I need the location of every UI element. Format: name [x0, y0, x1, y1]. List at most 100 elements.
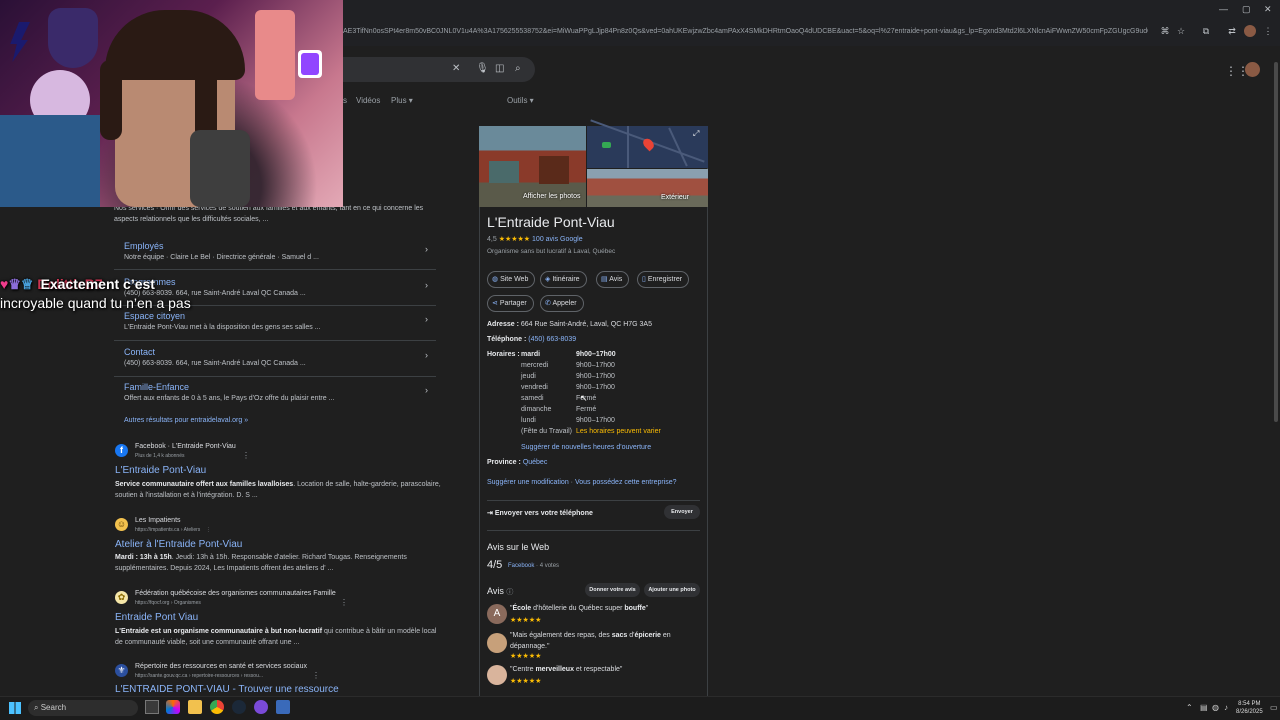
- sitelink-title[interactable]: Famille-Enfance: [124, 382, 189, 392]
- copilot-icon[interactable]: [166, 700, 180, 714]
- expand-icon[interactable]: ⤢: [693, 129, 699, 139]
- divider: [114, 376, 436, 377]
- web-reviews-title: Avis sur le Web: [487, 542, 550, 552]
- tab-tools[interactable]: Outils ▾: [507, 96, 534, 105]
- photo-main[interactable]: Afficher les photos: [479, 126, 586, 207]
- translate-icon[interactable]: ⌘: [1159, 25, 1171, 37]
- file-explorer-icon[interactable]: [188, 700, 202, 714]
- sitelink-desc: Offert aux enfants de 0 à 5 ans, le Pays…: [124, 395, 335, 402]
- impatients-favicon-icon: ☺: [115, 518, 128, 531]
- notifications-icon[interactable]: ▭: [1270, 703, 1278, 712]
- voice-search-icon[interactable]: 🎙: [476, 63, 489, 74]
- more-results-link[interactable]: Autres résultats pour entraidelaval.org …: [124, 417, 248, 424]
- search-icon[interactable]: ⌕: [515, 63, 521, 74]
- task-view-icon[interactable]: [145, 700, 159, 714]
- account-avatar[interactable]: [1245, 62, 1260, 77]
- reviewer-avatar: [487, 633, 507, 653]
- exterior-label[interactable]: Extérieur: [661, 194, 689, 201]
- result-snippet: Mardi : 13h à 15h. Jeudi: 13h à 15h. Res…: [115, 554, 407, 572]
- globe-icon: ◍: [492, 276, 499, 283]
- result-title-link[interactable]: L'ENTRAIDE PONT-VIAU - Trouver une resso…: [115, 684, 339, 695]
- scrollbar-thumb[interactable]: [1274, 62, 1278, 422]
- steam-icon[interactable]: [232, 700, 246, 714]
- save-button[interactable]: ▯ Enregistrer: [637, 271, 690, 288]
- business-category: Organisme sans but lucratif à Laval, Qué…: [487, 248, 616, 255]
- result-menu-icon[interactable]: ⋮: [340, 598, 348, 607]
- sitelink-title[interactable]: Employés: [124, 241, 164, 251]
- website-button[interactable]: ◍ Site Web: [487, 271, 536, 288]
- lens-search-icon[interactable]: ◫: [495, 63, 504, 74]
- sitelink-title[interactable]: Contact: [124, 347, 155, 357]
- maximize-button[interactable]: ▢: [1242, 4, 1251, 15]
- rating-row: 4,5 ★★★★★ 100 avis Google: [487, 235, 583, 243]
- share-icon: ⋖: [492, 300, 498, 307]
- chevron-right-icon: ›: [425, 350, 428, 360]
- give-review-button[interactable]: Donner votre avis: [585, 583, 640, 597]
- downloads-icon[interactable]: ⇄: [1226, 25, 1238, 37]
- province-link[interactable]: Québec: [523, 459, 548, 466]
- send-to-phone-label: ⇥ Envoyer vers votre téléphone: [487, 510, 593, 517]
- notes-app-icon[interactable]: [276, 700, 290, 714]
- map-thumbnail[interactable]: ⤢: [587, 119, 708, 168]
- clear-search-icon[interactable]: ✕: [452, 63, 460, 74]
- review-stars: ★★★★★: [510, 653, 542, 660]
- taskbar-search-box[interactable]: ⌕ Search: [28, 700, 138, 716]
- own-business-link[interactable]: Vous possédez cette entreprise?: [575, 479, 677, 486]
- hours-day: mardi: [521, 351, 541, 358]
- hours-day: dimanche: [521, 406, 552, 413]
- hours-time: 9h00–17h00: [576, 384, 615, 391]
- sitelink-desc: (450) 663-8039. 664, rue Saint-André Lav…: [124, 360, 306, 367]
- windows-start-icon[interactable]: [9, 702, 21, 714]
- close-window-button[interactable]: ✕: [1264, 4, 1272, 15]
- send-button[interactable]: Envoyer: [664, 505, 700, 519]
- directions-button[interactable]: ◈ Itinéraire: [540, 271, 587, 288]
- suggest-edit-link[interactable]: Suggérer une modification: [487, 479, 569, 486]
- extensions-icon[interactable]: ⧉: [1200, 25, 1212, 37]
- obs-icon[interactable]: [254, 700, 268, 714]
- address-bar[interactable]: AE3TifNn0osSPt4er8m50vBC0JNL0V1u4A%3A175…: [343, 24, 1148, 40]
- fqocf-favicon-icon: ✿: [115, 591, 128, 604]
- minimize-button[interactable]: —: [1219, 4, 1228, 14]
- search-input[interactable]: [343, 57, 535, 82]
- tab-more[interactable]: Plus ▾: [391, 96, 413, 105]
- result-title-link[interactable]: L'Entraide Pont-Viau: [115, 465, 206, 476]
- result-menu-icon[interactable]: ⋮: [312, 671, 320, 680]
- chrome-icon[interactable]: [210, 700, 224, 714]
- show-photos-label[interactable]: Afficher les photos: [523, 193, 580, 200]
- map-pin-icon: [641, 136, 656, 152]
- result-title-link[interactable]: Entraide Pont Viau: [115, 612, 198, 623]
- phone-link[interactable]: (450) 663-8039: [528, 336, 576, 343]
- keyboard-icon[interactable]: ▤: [1200, 703, 1208, 712]
- share-button[interactable]: ⋖ Partager: [487, 295, 534, 312]
- result-url: https://sante.gouv.qc.ca › repertoire-re…: [135, 673, 264, 679]
- result-url: https://impatients.ca › Ateliers ⋮: [135, 527, 211, 533]
- call-button[interactable]: ✆ Appeler: [540, 295, 584, 312]
- volume-icon[interactable]: ♪: [1224, 703, 1228, 712]
- result-menu-icon[interactable]: ⋮: [242, 451, 250, 460]
- review-quote: "Mais également des repas, des sacs d'ép…: [510, 632, 671, 650]
- add-photo-button[interactable]: Ajouter une photo: [644, 583, 700, 597]
- review-icon: ▤: [601, 276, 608, 283]
- chevron-right-icon: ›: [425, 385, 428, 395]
- chat-text-continued: incroyable quand tu n’en a pas: [0, 295, 191, 311]
- reviews-button[interactable]: ▤ Avis: [596, 271, 630, 288]
- tray-overflow-icon[interactable]: ⌃: [1186, 703, 1193, 712]
- profile-avatar[interactable]: [1244, 25, 1256, 37]
- menu-icon[interactable]: ⋮: [1262, 25, 1274, 37]
- bookmark-star-icon[interactable]: ☆: [1175, 25, 1187, 37]
- network-icon[interactable]: ◍: [1212, 703, 1219, 712]
- review-stars: ★★★★★: [510, 678, 542, 685]
- sitelink-title[interactable]: Espace citoyen: [124, 311, 185, 321]
- taskbar-clock[interactable]: 8:54 PM 8/26/2025: [1236, 700, 1263, 716]
- info-icon[interactable]: ⓘ: [506, 589, 513, 596]
- phone-icon: ✆: [545, 300, 551, 307]
- mouse-cursor-icon: ↖: [580, 393, 588, 403]
- facebook-link[interactable]: Facebook: [508, 563, 534, 569]
- result-title-link[interactable]: Atelier à l'Entraide Pont-Viau: [115, 539, 242, 550]
- tab-indicator: s: [343, 96, 347, 105]
- photo-exterior[interactable]: Extérieur: [587, 169, 708, 207]
- reviews-link[interactable]: 100 avis Google: [532, 236, 583, 243]
- tab-videos[interactable]: Vidéos: [356, 96, 380, 105]
- chevron-right-icon: ›: [425, 314, 428, 324]
- suggest-hours-link[interactable]: Suggérer de nouvelles heures d'ouverture: [521, 444, 651, 451]
